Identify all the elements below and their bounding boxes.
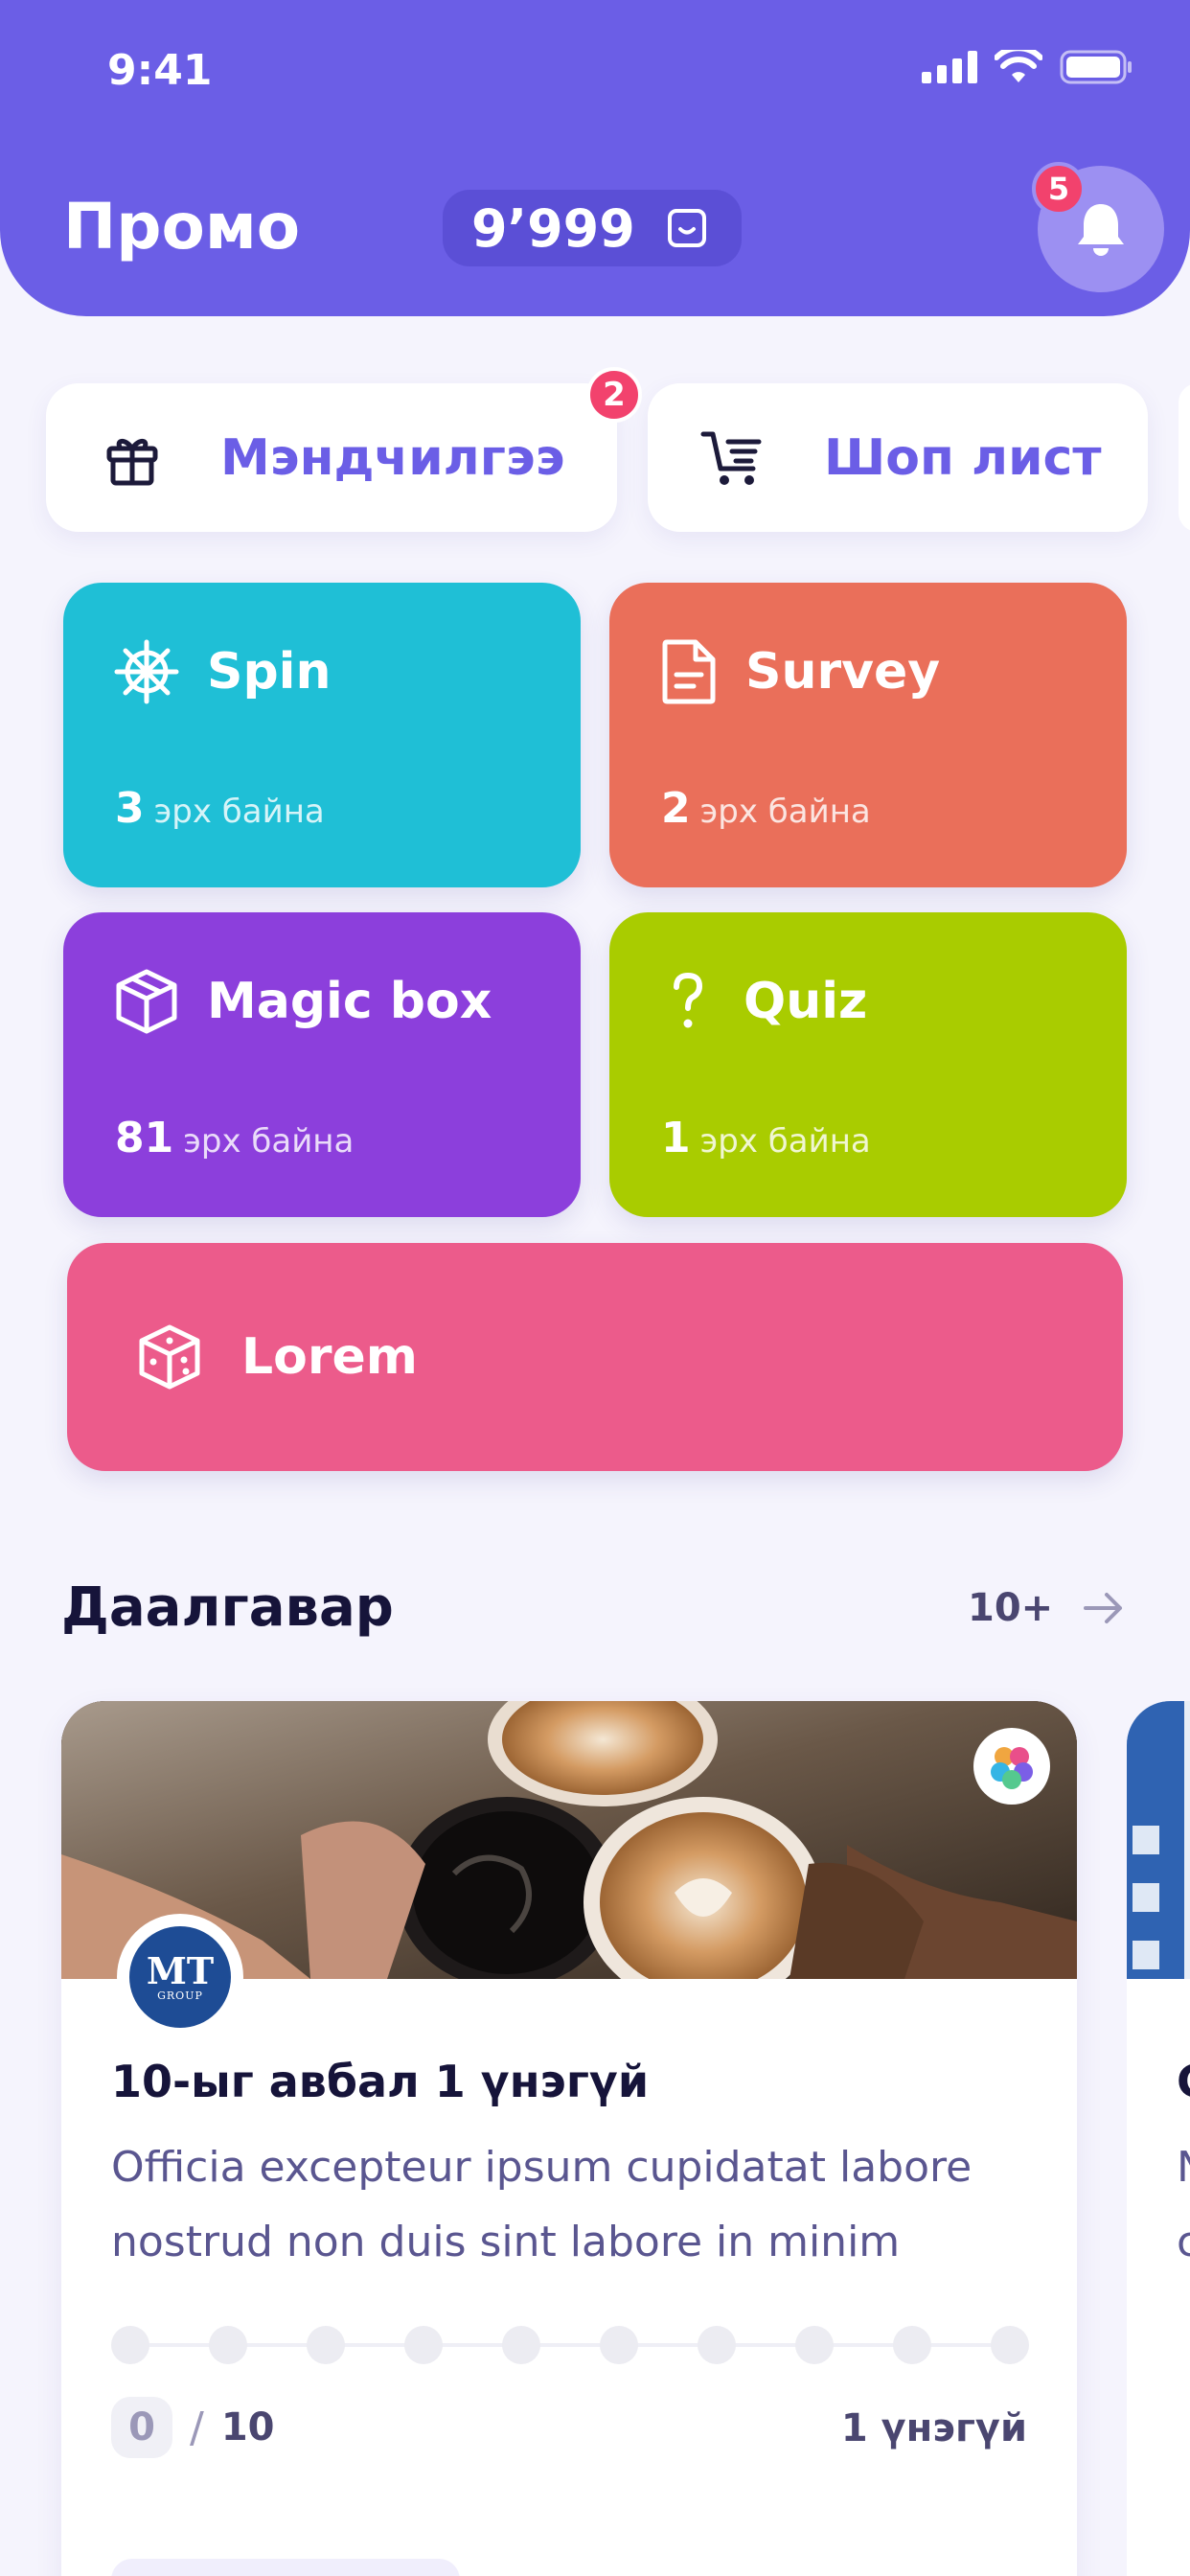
status-icons — [922, 50, 1133, 84]
box-icon — [116, 969, 177, 1034]
progress-step — [502, 2326, 540, 2364]
magic-box-count-label: эрх байна — [183, 1122, 355, 1161]
progress-step — [698, 2326, 736, 2364]
points-value: 9’999 — [471, 197, 635, 259]
tab-greetings-label: Мэндчилгээ — [220, 428, 565, 487]
wifi-icon — [995, 50, 1042, 82]
quiz-title: Quiz — [744, 973, 868, 1030]
gift-icon — [106, 438, 158, 485]
progress-step — [991, 2326, 1029, 2364]
spin-count: 3 — [115, 784, 145, 833]
tab-shop-list[interactable]: Шоп лист — [648, 383, 1148, 532]
progress-total: 10 — [220, 2405, 275, 2450]
cart-icon — [700, 431, 762, 485]
spin-count-label: эрх байна — [153, 793, 325, 831]
dice-icon — [139, 1324, 200, 1390]
survey-count: 2 — [661, 784, 691, 833]
ship-wheel-icon — [114, 639, 179, 704]
next-task-desc: N c — [1177, 2130, 1190, 2280]
next-task-title: С — [1177, 2056, 1190, 2107]
brand-logo-subtext: GROUP — [157, 1989, 203, 2002]
progress-current: 0 — [111, 2397, 172, 2458]
page-title: Промо — [63, 190, 301, 264]
wallet-icon — [667, 209, 706, 247]
task-reward: 1 үнэгүй — [840, 2406, 1027, 2450]
days-left-badge: 12 Хоног үлдсэн — [111, 2559, 461, 2576]
bell-icon — [1078, 204, 1124, 256]
question-icon — [674, 972, 703, 1028]
magic-box-count: 81 — [115, 1114, 174, 1162]
lorem-card[interactable]: Lorem — [67, 1243, 1123, 1471]
quiz-count-label: эрх байна — [699, 1122, 871, 1161]
next-task-desc-line-1: N — [1177, 2130, 1190, 2205]
progress-step — [111, 2326, 149, 2364]
tasks-section-title: Даалгавар — [61, 1576, 394, 1639]
tab-greetings[interactable]: Мэндчилгээ — [46, 383, 617, 532]
lorem-title: Lorem — [241, 1328, 418, 1386]
notifications-button[interactable]: 5 — [1032, 162, 1164, 292]
task-title: 10-ыг авбал 1 үнэгүй — [111, 2056, 650, 2107]
stamp-progress — [111, 2326, 1031, 2364]
progress-step — [307, 2326, 345, 2364]
task-card[interactable]: MT GROUP 10-ыг авбал 1 үнэгүй Officia ex… — [61, 1701, 1077, 2576]
flower-logo-icon — [991, 1747, 1033, 1789]
battery-icon — [1060, 50, 1132, 84]
survey-count-label: эрх байна — [699, 793, 871, 831]
brand-badge — [973, 1728, 1050, 1805]
points-balance[interactable]: 9’999 — [443, 190, 742, 266]
quiz-count: 1 — [661, 1114, 691, 1162]
header: 9:41 Промо 9’999 5 — [0, 0, 1190, 316]
progress-step — [795, 2326, 834, 2364]
next-task-desc-line-2: c — [1177, 2218, 1190, 2266]
magic-box-title: Magic box — [207, 973, 492, 1030]
tasks-see-all[interactable]: 10+ — [968, 1586, 1126, 1630]
tab-next-partial[interactable] — [1179, 383, 1190, 532]
survey-title: Survey — [745, 643, 941, 701]
next-task-card-partial[interactable]: С N c — [1127, 1701, 1190, 2576]
brand-logo: MT GROUP — [117, 1914, 243, 2040]
status-time: 9:41 — [107, 46, 213, 95]
signal-icon — [922, 51, 977, 83]
tasks-count: 10+ — [968, 1586, 1054, 1630]
arrow-right-icon — [1084, 1593, 1123, 1623]
tab-greetings-badge: 2 — [586, 367, 642, 423]
task-description: Officia excepteur ipsum cupidatat labore… — [111, 2143, 973, 2266]
progress-step — [209, 2326, 247, 2364]
quiz-card[interactable]: Quiz 1 эрх байна — [609, 912, 1127, 1217]
progress-step — [600, 2326, 638, 2364]
tab-shop-list-label: Шоп лист — [824, 428, 1102, 487]
notification-badge: 5 — [1032, 162, 1086, 216]
progress-separator: / — [190, 2403, 204, 2452]
document-icon — [662, 639, 716, 704]
spin-card[interactable]: Spin 3 эрх байна — [63, 583, 581, 887]
spin-title: Spin — [207, 643, 332, 701]
magic-box-card[interactable]: Magic box 81 эрх байна — [63, 912, 581, 1217]
brand-logo-text: MT — [146, 1948, 215, 1992]
progress-counter: 0 / 10 — [111, 2397, 275, 2458]
progress-step — [893, 2326, 931, 2364]
progress-step — [404, 2326, 443, 2364]
next-task-image — [1127, 1701, 1190, 1979]
survey-card[interactable]: Survey 2 эрх байна — [609, 583, 1127, 887]
